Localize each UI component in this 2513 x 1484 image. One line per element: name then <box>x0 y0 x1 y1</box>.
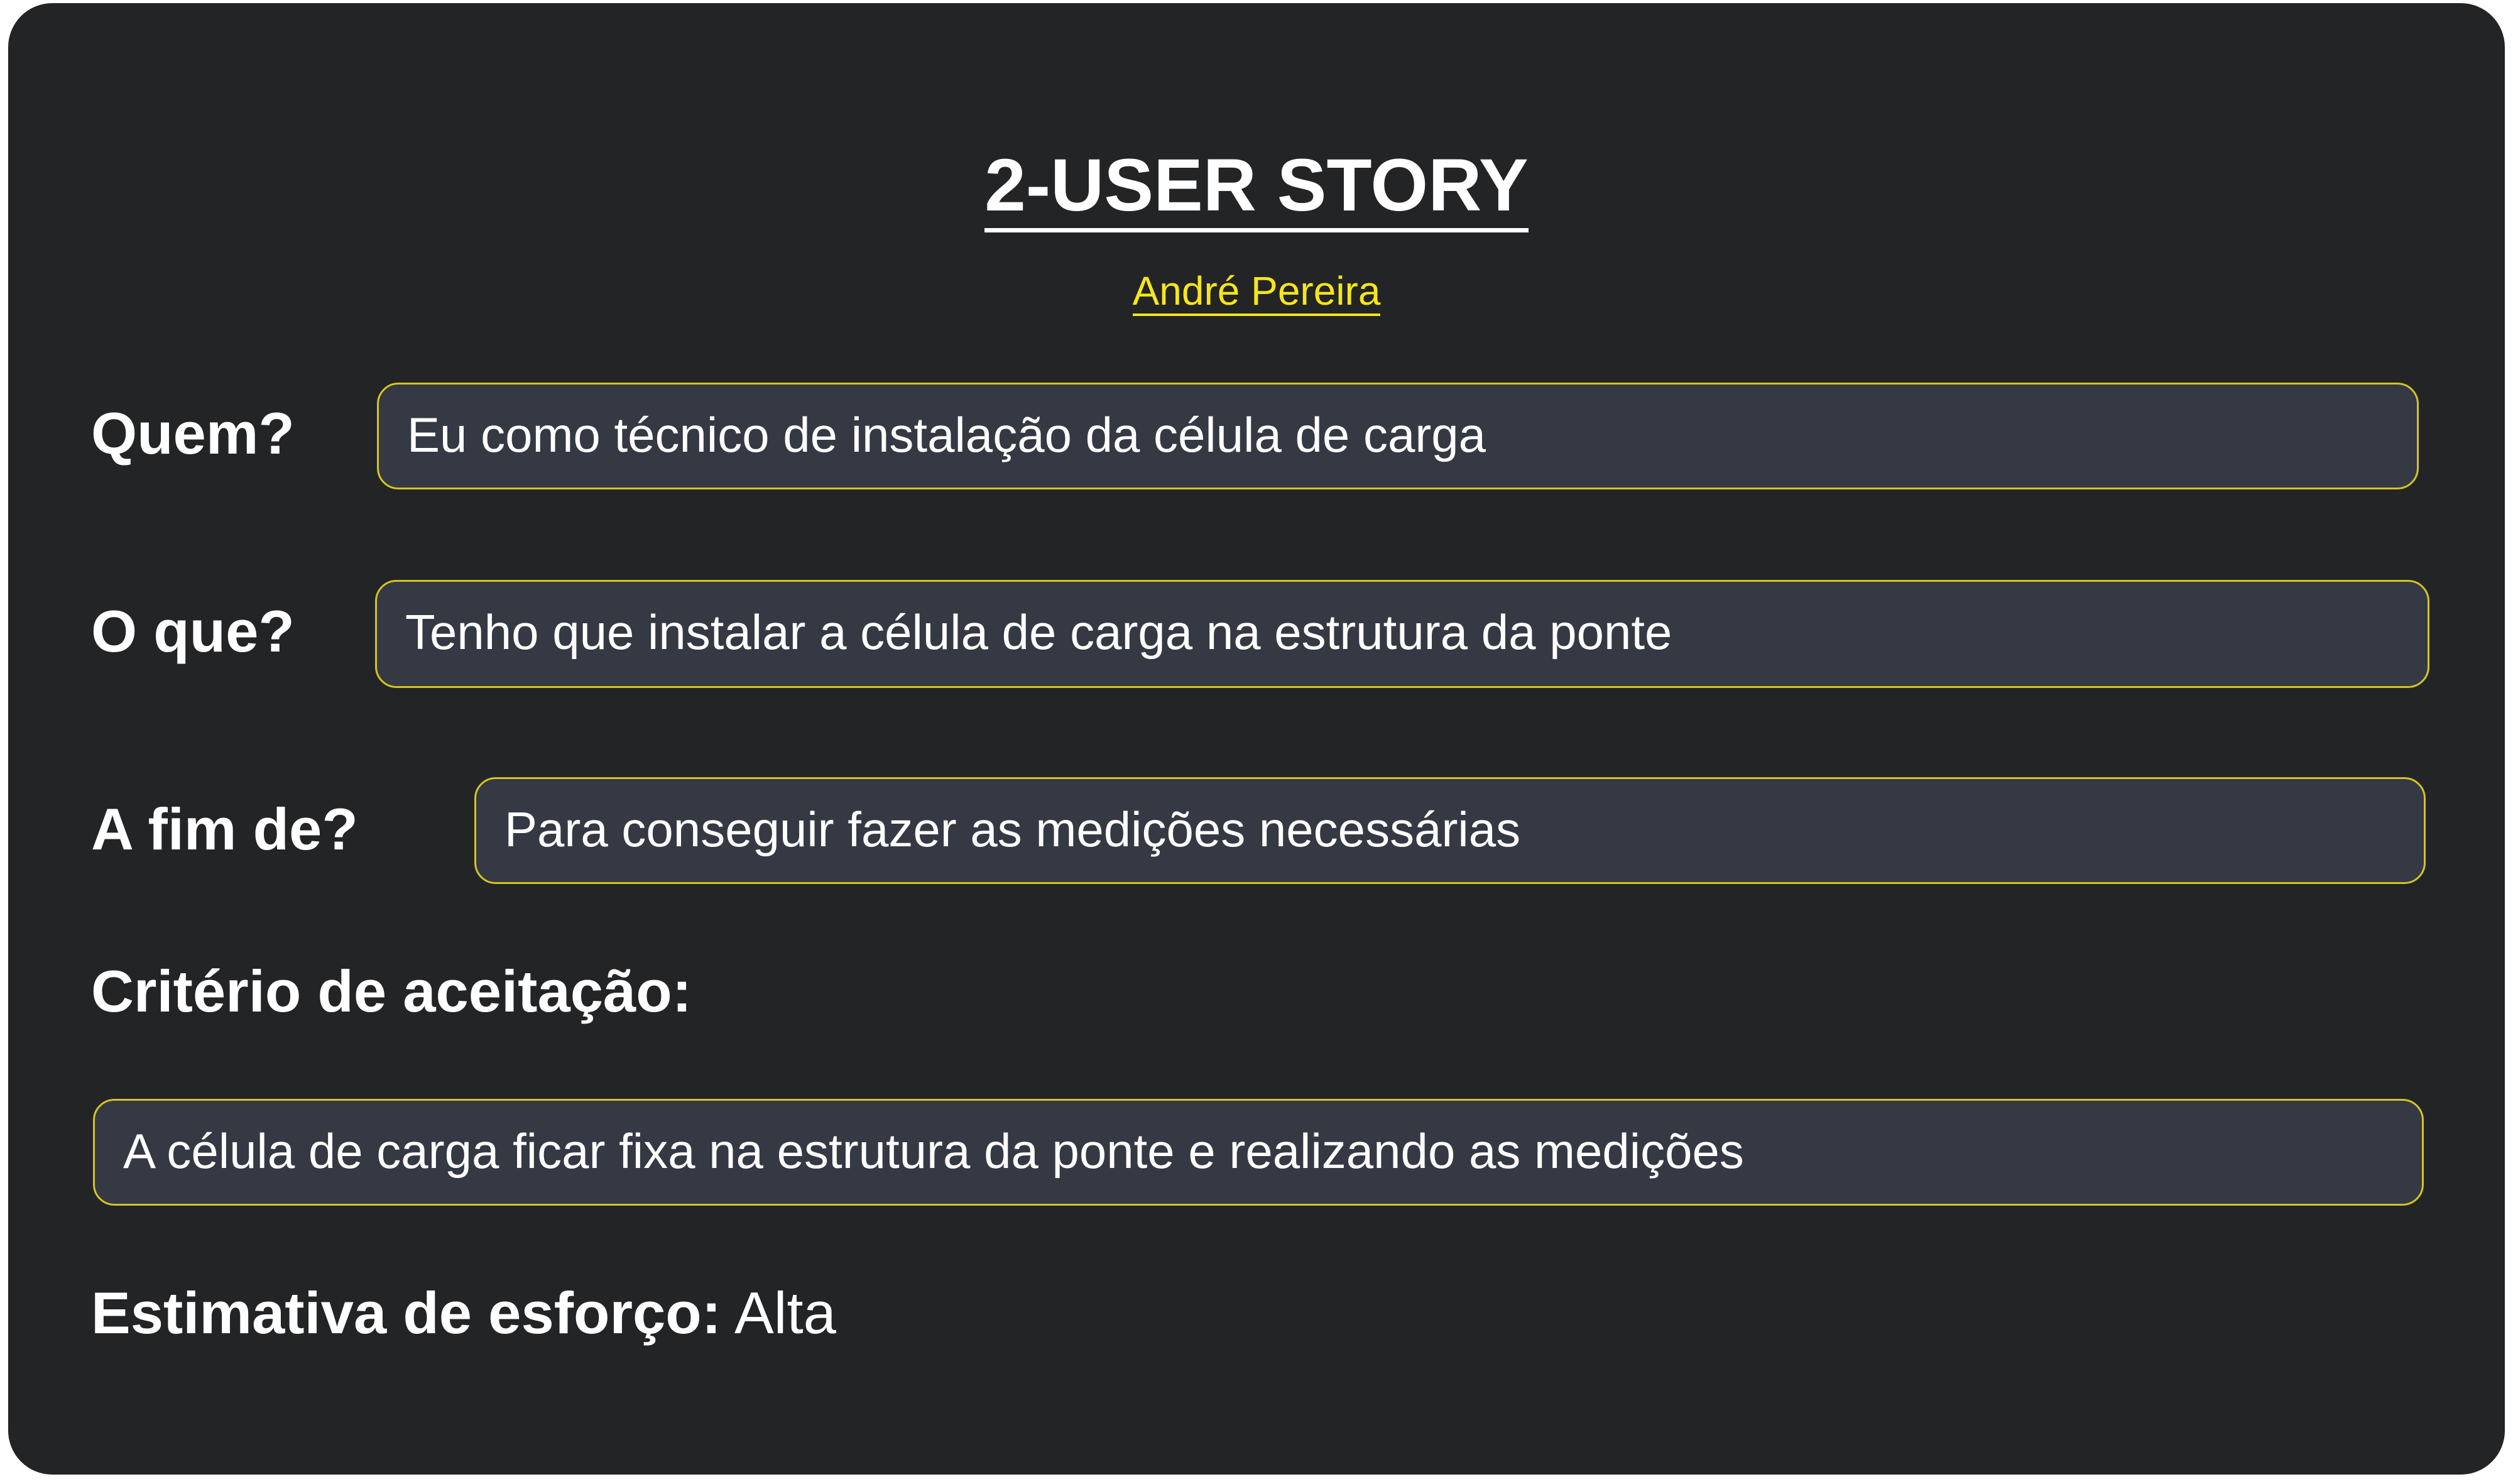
effort-value: Alta <box>734 1280 836 1346</box>
page-title: 2-USER STORY <box>8 141 2505 232</box>
effort-row: Estimativa de esforço: Alta <box>91 1279 836 1348</box>
what-label: O que? <box>91 598 295 664</box>
acceptance-label: Critério de aceitação: <box>91 958 692 1024</box>
why-label: A fim de? <box>91 796 358 862</box>
user-story-card: 2-USER STORY André Pereira Quem? Eu como… <box>8 3 2505 1475</box>
author: André Pereira <box>8 266 2505 316</box>
acceptance-field[interactable]: A célula de carga ficar fixa na estrutur… <box>93 1099 2424 1206</box>
page-title-text: 2-USER STORY <box>984 144 1529 232</box>
why-field[interactable]: Para conseguir fazer as medições necessá… <box>474 777 2426 884</box>
effort-label: Estimativa de esforço: <box>91 1280 722 1346</box>
what-field[interactable]: Tenho que instalar a célula de carga na … <box>375 580 2429 688</box>
author-link[interactable]: André Pereira <box>1132 268 1381 316</box>
who-field[interactable]: Eu como técnico de instalação da célula … <box>377 383 2419 489</box>
who-label: Quem? <box>91 400 295 466</box>
